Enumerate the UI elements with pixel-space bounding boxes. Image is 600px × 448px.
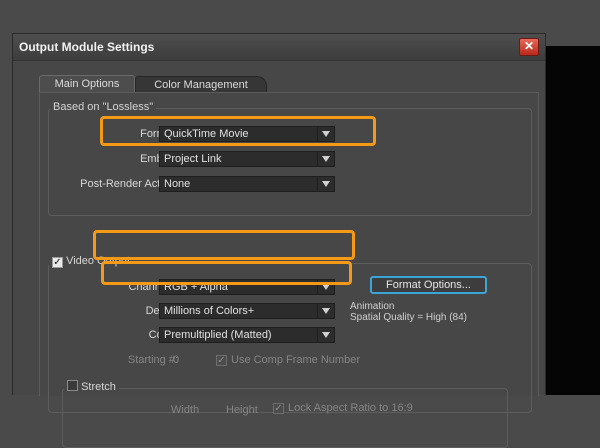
width-column-label: Width [171, 404, 200, 416]
stretch-title: Stretch [81, 381, 116, 393]
channels-highlight [93, 230, 355, 260]
height-column-label: Height [226, 404, 258, 416]
video-output-checkbox[interactable]: ✓ [52, 257, 63, 268]
starting-number-label: Starting #: [127, 354, 178, 366]
post-render-value: None [164, 178, 191, 190]
codec-name: Animation [350, 301, 395, 312]
based-on-title: Based on "Lossless" [50, 101, 157, 113]
chevron-down-icon[interactable] [317, 328, 334, 342]
depth-value: Millions of Colors+ [164, 305, 255, 317]
starting-number-value[interactable]: 0 [173, 354, 179, 366]
stretch-group [62, 388, 508, 448]
use-comp-frame-checkbox[interactable]: ✓ [216, 355, 227, 366]
chevron-down-icon[interactable] [317, 177, 334, 191]
titlebar: Output Module Settings ✕ [13, 34, 545, 61]
depth-select[interactable]: Millions of Colors+ [159, 303, 335, 319]
codec-quality: Spatial Quality = High (84) [350, 312, 468, 323]
format-options-button[interactable]: Format Options... [370, 276, 487, 294]
dialog-title: Output Module Settings [19, 40, 155, 54]
lock-aspect-checkbox[interactable]: ✓ [273, 403, 284, 414]
chevron-down-icon[interactable] [317, 152, 334, 166]
color-select[interactable]: Premultiplied (Matted) [159, 327, 335, 343]
stretch-checkbox[interactable] [67, 380, 78, 391]
color-value: Premultiplied (Matted) [164, 329, 272, 341]
post-render-select[interactable]: None [159, 176, 335, 192]
depth-highlight [101, 261, 352, 285]
chevron-down-icon[interactable] [317, 304, 334, 318]
close-icon: ✕ [523, 39, 535, 53]
stretch-header: Stretch [64, 380, 119, 393]
background-region [546, 46, 600, 395]
use-comp-frame-label: Use Comp Frame Number [231, 354, 360, 366]
codec-info: Animation Spatial Quality = High (84) [350, 301, 467, 323]
output-module-settings-dialog: Output Module Settings ✕ Main Options Co… [12, 33, 546, 448]
lock-aspect-label: Lock Aspect Ratio to 16:9 [288, 402, 413, 414]
embed-value: Project Link [164, 153, 222, 165]
format-highlight [100, 116, 376, 146]
embed-select[interactable]: Project Link [159, 151, 335, 167]
close-button[interactable]: ✕ [519, 38, 539, 56]
tab-color-management[interactable]: Color Management [135, 76, 267, 93]
